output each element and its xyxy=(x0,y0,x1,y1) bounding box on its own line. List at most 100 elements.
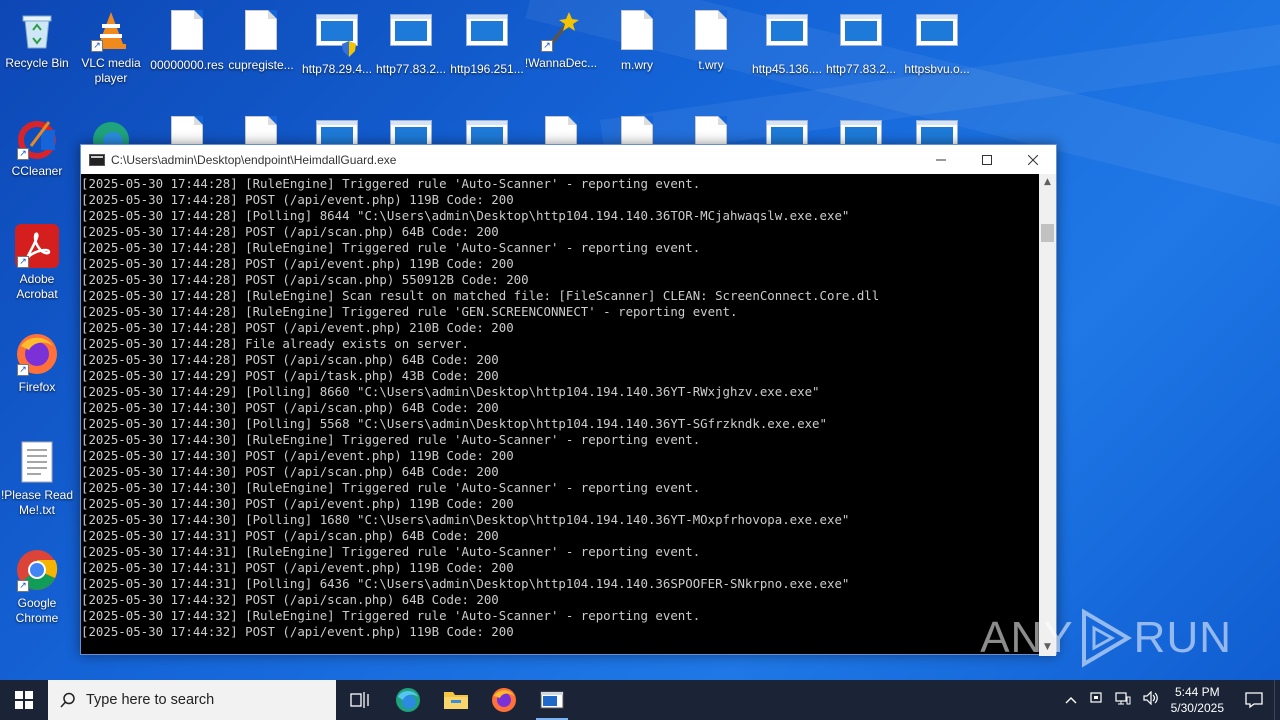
desktop-icon-wannadecryptor[interactable]: ↗ !WannaDec... xyxy=(524,8,598,71)
desktop-icon-chrome[interactable]: ↗ Google Chrome xyxy=(0,548,74,626)
html-file-icon xyxy=(915,14,959,58)
console-line: [2025-05-30 17:44:31] POST (/api/scan.ph… xyxy=(81,528,499,543)
desktop-icon-html[interactable]: http77.83.2... xyxy=(824,8,898,77)
watermark-text-left: ANY xyxy=(980,613,1074,662)
desktop-icon-file[interactable]: t.wry xyxy=(674,8,748,73)
desktop-icon-vlc[interactable]: ↗ VLC media player xyxy=(74,8,148,86)
desktop-icon-html[interactable]: http45.136.... xyxy=(750,8,824,77)
taskbar-clock[interactable]: 5:44 PM 5/30/2025 xyxy=(1171,684,1224,716)
icon-label: http78.29.4... xyxy=(301,62,373,76)
window-title: C:\Users\admin\Desktop\endpoint\Heimdall… xyxy=(111,152,397,167)
icon-label: Firefox xyxy=(18,380,56,394)
taskbar-search-box[interactable]: Type here to search xyxy=(48,680,336,720)
window-titlebar[interactable]: C:\Users\admin\Desktop\endpoint\Heimdall… xyxy=(81,145,1056,174)
task-view-icon xyxy=(350,692,369,708)
watermark-text-right: RUN xyxy=(1133,613,1232,662)
text-file-icon xyxy=(15,440,59,484)
desktop: Recycle Bin ↗ VLC media player 00000000.… xyxy=(0,0,1280,680)
taskbar: Type here to search 5:44 PM 5/30/2025 xyxy=(0,680,1280,720)
icon-label: t.wry xyxy=(698,58,724,72)
console-line: [2025-05-30 17:44:30] POST (/api/scan.ph… xyxy=(81,464,499,479)
taskbar-file-explorer-button[interactable] xyxy=(432,680,480,720)
console-line: [2025-05-30 17:44:32] POST (/api/scan.ph… xyxy=(81,592,499,607)
volume-icon[interactable] xyxy=(1143,690,1159,709)
desktop-icon-recycle-bin[interactable]: Recycle Bin xyxy=(0,8,74,71)
file-icon xyxy=(615,10,659,54)
shortcut-arrow-icon: ↗ xyxy=(541,40,553,52)
desktop-icon-adobe-acrobat[interactable]: ↗ Adobe Acrobat xyxy=(0,224,74,302)
desktop-icon-html[interactable]: http77.83.2... xyxy=(374,8,448,77)
taskbar-console-button[interactable] xyxy=(528,680,576,720)
html-file-shield-icon xyxy=(315,14,359,58)
desktop-icon-file[interactable]: m.wry xyxy=(600,8,674,73)
firefox-icon xyxy=(492,688,516,712)
console-line: [2025-05-30 17:44:28] File already exist… xyxy=(81,336,469,351)
scroll-up-arrow-icon[interactable]: ▲ xyxy=(1039,174,1056,191)
console-line: [2025-05-30 17:44:28] POST (/api/event.p… xyxy=(81,256,514,271)
console-line: [2025-05-30 17:44:32] [RuleEngine] Trigg… xyxy=(81,608,701,623)
magic-wand-icon: ↗ xyxy=(539,8,583,52)
desktop-icon-html[interactable]: http196.251... xyxy=(450,8,524,77)
console-line: [2025-05-30 17:44:31] POST (/api/event.p… xyxy=(81,560,514,575)
start-button[interactable] xyxy=(0,680,48,720)
folder-icon xyxy=(444,692,468,709)
task-view-button[interactable] xyxy=(336,680,384,720)
html-file-icon xyxy=(389,14,433,58)
desktop-icon-html[interactable]: httpsbvu.o... xyxy=(900,8,974,77)
desktop-icon-file[interactable]: 00000000.res xyxy=(150,8,224,73)
desktop-icon-file[interactable]: cupregiste... xyxy=(224,8,298,73)
taskbar-edge-button[interactable] xyxy=(384,680,432,720)
tray-device-icon[interactable] xyxy=(1089,691,1103,709)
console-line: [2025-05-30 17:44:30] [Polling] 5568 "C:… xyxy=(81,416,827,431)
desktop-icon-readme[interactable]: !Please Read Me!.txt xyxy=(0,440,74,518)
console-window-icon xyxy=(540,691,564,709)
notification-icon xyxy=(1245,692,1263,709)
icon-label: !Please Read Me!.txt xyxy=(0,488,74,517)
minimize-button[interactable] xyxy=(918,145,964,174)
desktop-icon-firefox[interactable]: ↗ Firefox xyxy=(0,332,74,395)
icon-label: 00000000.res xyxy=(150,58,224,72)
console-line: [2025-05-30 17:44:28] [Polling] 8644 "C:… xyxy=(81,208,850,223)
icon-label: http45.136.... xyxy=(751,62,823,76)
shortcut-arrow-icon: ↗ xyxy=(17,364,29,376)
console-line: [2025-05-30 17:44:30] [Polling] 1680 "C:… xyxy=(81,512,850,527)
icon-label: VLC media player xyxy=(81,56,141,85)
taskbar-firefox-button[interactable] xyxy=(480,680,528,720)
console-line: [2025-05-30 17:44:29] [Polling] 8660 "C:… xyxy=(81,384,820,399)
windows-logo-icon xyxy=(15,691,33,709)
desktop-icon-html[interactable]: http78.29.4... xyxy=(300,8,374,77)
console-line: [2025-05-30 17:44:28] POST (/api/scan.ph… xyxy=(81,352,499,367)
notification-center-button[interactable] xyxy=(1234,680,1274,720)
vertical-scrollbar[interactable]: ▲ ▼ xyxy=(1039,174,1056,656)
tray-chevron-up-icon[interactable] xyxy=(1065,693,1077,708)
icon-label: m.wry xyxy=(621,58,653,72)
vlc-cone-icon: ↗ xyxy=(89,8,133,52)
anyrun-watermark: ANY RUN xyxy=(980,608,1232,668)
console-line: [2025-05-30 17:44:30] POST (/api/event.p… xyxy=(81,496,514,511)
icon-label: Google Chrome xyxy=(15,596,59,625)
edge-icon xyxy=(396,688,420,712)
network-icon[interactable] xyxy=(1115,691,1131,709)
file-icon xyxy=(239,10,283,54)
shortcut-arrow-icon: ↗ xyxy=(17,256,29,268)
console-app-icon xyxy=(89,153,105,166)
console-output[interactable]: [2025-05-30 17:44:28] [RuleEngine] Trigg… xyxy=(81,174,1041,656)
icon-label: cupregiste... xyxy=(228,58,294,72)
maximize-button[interactable] xyxy=(964,145,1010,174)
console-line: [2025-05-30 17:44:31] [RuleEngine] Trigg… xyxy=(81,544,701,559)
html-file-icon xyxy=(839,14,883,58)
console-line: [2025-05-30 17:44:28] [RuleEngine] Trigg… xyxy=(81,176,701,191)
icon-label: Recycle Bin xyxy=(5,56,69,70)
console-line: [2025-05-30 17:44:30] [RuleEngine] Trigg… xyxy=(81,480,701,495)
icon-label: !WannaDec... xyxy=(524,56,598,70)
console-window[interactable]: C:\Users\admin\Desktop\endpoint\Heimdall… xyxy=(80,144,1057,656)
scrollbar-thumb[interactable] xyxy=(1041,224,1054,242)
shortcut-arrow-icon: ↗ xyxy=(17,580,29,592)
close-button[interactable] xyxy=(1010,145,1056,174)
console-line: [2025-05-30 17:44:28] [RuleEngine] Scan … xyxy=(81,288,880,303)
console-line: [2025-05-30 17:44:28] POST (/api/scan.ph… xyxy=(81,272,529,287)
search-placeholder: Type here to search xyxy=(86,692,215,708)
show-desktop-button[interactable] xyxy=(1274,680,1280,720)
desktop-icon-ccleaner[interactable]: ↗ CCleaner xyxy=(0,116,74,179)
shortcut-arrow-icon: ↗ xyxy=(17,148,29,160)
